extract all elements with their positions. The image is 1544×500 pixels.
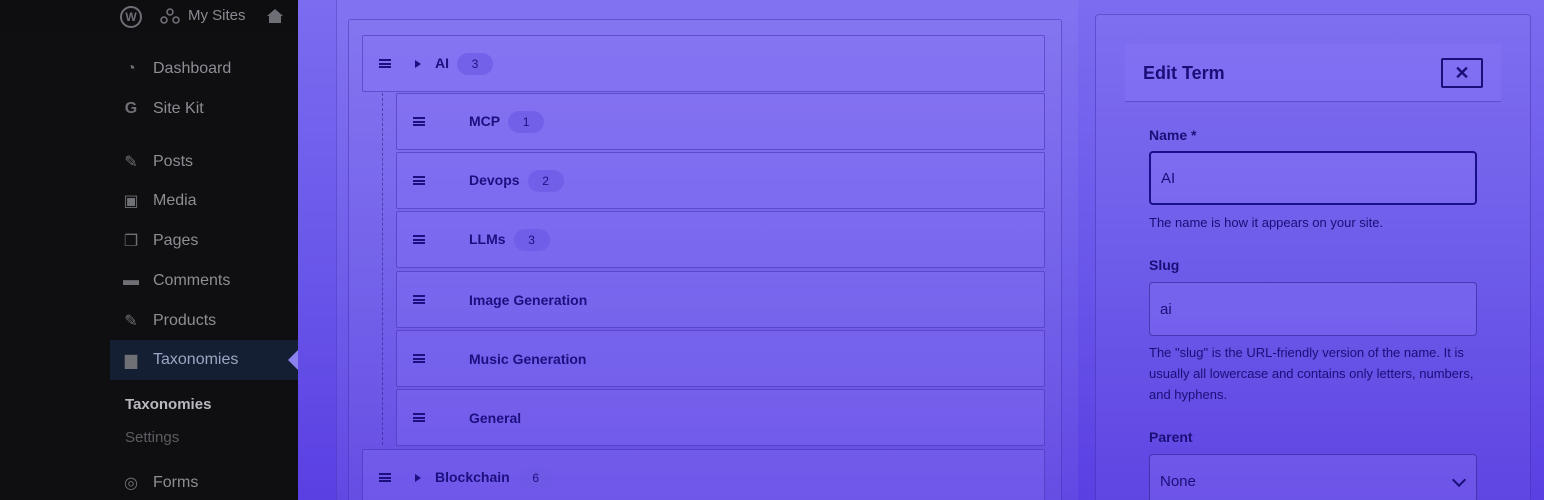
sidebar-item-posts[interactable]: ✎ Posts: [120, 142, 298, 182]
caret-right-icon[interactable]: [415, 59, 421, 68]
parent-label: Parent: [1149, 429, 1193, 445]
term-label: MCP 1: [469, 110, 545, 133]
sidebar-item-comments[interactable]: ▬ Comments: [120, 261, 298, 301]
my-sites-label: My Sites: [188, 7, 246, 24]
term-label: Blockchain 6: [435, 466, 554, 489]
sidebar-item-forms[interactable]: ◎ Forms: [120, 463, 298, 500]
slug-input[interactable]: [1149, 282, 1477, 336]
tree-row-mcp[interactable]: MCP 1: [396, 93, 1045, 150]
tree-row-blockchain[interactable]: Blockchain 6: [362, 449, 1045, 500]
folder-icon: ▆: [124, 352, 138, 369]
drag-handle-icon[interactable]: [413, 117, 425, 126]
tree-row-devops[interactable]: Devops 2: [396, 152, 1045, 209]
caret-right-icon[interactable]: [415, 473, 421, 482]
count-badge: 3: [513, 228, 550, 251]
sidebar-item-products[interactable]: ✎ Products: [120, 301, 298, 341]
sidebar-item-label: Site Kit: [153, 100, 204, 117]
count-badge: 3: [457, 52, 493, 75]
close-button[interactable]: ✕: [1441, 58, 1483, 88]
slug-help: The "slug" is the URL-friendly version o…: [1149, 345, 1474, 402]
parent-select[interactable]: None: [1149, 454, 1477, 500]
sidebar-item-pages[interactable]: ❐ Pages: [120, 221, 298, 261]
sidebar-item-label: Media: [153, 192, 197, 209]
submenu-settings[interactable]: Settings: [125, 429, 179, 446]
drag-handle-icon[interactable]: [413, 176, 425, 185]
home-icon[interactable]: [265, 7, 285, 29]
tree-row-image-generation[interactable]: Image Generation: [396, 271, 1045, 328]
pages-icon: ❐: [123, 233, 139, 250]
main-content: AI 3 MCP 1 Devops 2 LLMs 3 Image Generation …: [298, 0, 1544, 500]
sidebar-item-label: Comments: [153, 272, 231, 289]
sidebar-item-site-kit[interactable]: G Site Kit: [120, 89, 298, 129]
drag-handle-icon[interactable]: [413, 295, 425, 304]
count-badge: 6: [517, 466, 554, 489]
parent-selected-value: None: [1160, 472, 1196, 490]
drag-handle-icon[interactable]: [413, 354, 425, 363]
submenu-taxonomies[interactable]: Taxonomies: [125, 396, 211, 413]
my-sites-menu[interactable]: My Sites: [160, 7, 246, 24]
sidebar-item-label: Posts: [153, 153, 194, 170]
term-label: Music Generation: [469, 350, 587, 367]
wordpress-logo-icon[interactable]: W: [120, 6, 142, 28]
dashboard-icon: ◔: [126, 60, 136, 77]
term-label: AI 3: [435, 52, 493, 75]
sidebar-item-label: Pages: [153, 232, 199, 249]
sidebar-item-label: Forms: [153, 474, 199, 491]
term-label: Devops 2: [469, 169, 564, 192]
sidebar-item-label: Taxonomies: [153, 351, 239, 368]
pin-icon: ✎: [124, 154, 138, 171]
term-label: Image Generation: [469, 291, 588, 308]
name-label: Name *: [1149, 127, 1197, 143]
name-input[interactable]: [1149, 151, 1477, 205]
drag-handle-icon[interactable]: [413, 235, 425, 244]
tree-connector: [382, 93, 383, 445]
google-icon: G: [124, 100, 138, 117]
slug-label: Slug: [1149, 257, 1180, 273]
term-label: LLMs 3: [469, 228, 550, 251]
count-badge: 2: [527, 169, 564, 192]
edit-term-header: Edit Term ✕: [1125, 44, 1501, 102]
sidebar-item-label: Dashboard: [153, 60, 232, 77]
comment-icon: ▬: [123, 272, 139, 289]
sidebar-item-label: Products: [153, 312, 217, 329]
sidebar-item-taxonomies[interactable]: ▆ Taxonomies: [110, 340, 298, 380]
drag-handle-icon[interactable]: [413, 413, 425, 422]
name-help: The name is how it appears on your site.: [1149, 215, 1384, 230]
term-label: General: [469, 409, 522, 426]
chevron-down-icon: [1451, 472, 1467, 488]
count-badge: 1: [508, 110, 545, 133]
tree-row-ai[interactable]: AI 3: [362, 35, 1045, 92]
admin-bar: W My Sites: [0, 0, 298, 34]
edit-term-card: Edit Term ✕ Name * The name is how it ap…: [1125, 44, 1501, 500]
pin-icon: ✎: [124, 313, 138, 330]
tree-row-general[interactable]: General: [396, 389, 1045, 446]
sites-icon: [160, 7, 180, 24]
tree-row-llms[interactable]: LLMs 3: [396, 211, 1045, 268]
drag-handle-icon[interactable]: [379, 59, 391, 68]
sidebar-item-media[interactable]: ▣ Media: [120, 181, 298, 221]
sidebar-item-dashboard[interactable]: ◔ Dashboard: [120, 49, 298, 89]
tree-row-music-generation[interactable]: Music Generation: [396, 330, 1045, 387]
drag-handle-icon[interactable]: [379, 473, 391, 482]
media-icon: ▣: [123, 193, 139, 210]
forms-icon: ◎: [124, 475, 138, 492]
edit-term-title: Edit Term: [1143, 63, 1225, 83]
